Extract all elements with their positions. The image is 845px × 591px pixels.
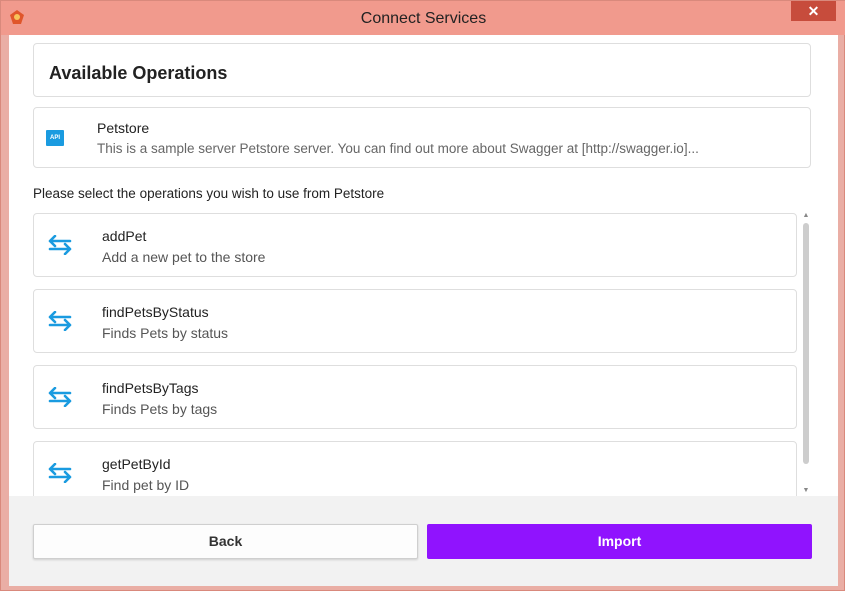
transfer-arrows-icon bbox=[48, 463, 72, 483]
close-button[interactable]: ✕ bbox=[791, 1, 836, 21]
back-button[interactable]: Back bbox=[33, 524, 418, 559]
scroll-down-arrow-icon[interactable]: ▼ bbox=[802, 486, 810, 496]
operation-name: findPetsByStatus bbox=[102, 304, 209, 320]
available-operations-header: Available Operations bbox=[33, 43, 811, 97]
operation-description: Finds Pets by status bbox=[102, 325, 229, 341]
operation-item-findpetsbytags[interactable]: findPetsByTags Finds Pets by tags bbox=[33, 365, 797, 429]
operation-name: addPet bbox=[102, 228, 147, 244]
operation-item-findpetsbystatus[interactable]: findPetsByStatus Finds Pets by status bbox=[33, 289, 797, 353]
api-icon: API bbox=[46, 130, 64, 146]
service-description: This is a sample server Petstore server.… bbox=[97, 141, 699, 156]
instruction-text: Please select the operations you wish to… bbox=[33, 186, 385, 201]
operation-name: getPetById bbox=[102, 456, 171, 472]
service-card: API Petstore This is a sample server Pet… bbox=[33, 107, 811, 168]
connect-services-window: Connect Services ✕ Available Operations … bbox=[0, 0, 845, 591]
operation-name: findPetsByTags bbox=[102, 380, 199, 396]
transfer-arrows-icon bbox=[48, 311, 72, 331]
scroll-thumb[interactable] bbox=[803, 223, 809, 464]
page-title: Available Operations bbox=[49, 63, 228, 83]
dialog-footer: Back Import bbox=[9, 496, 838, 586]
operations-list: addPet Add a new pet to the store findPe… bbox=[33, 211, 813, 496]
title-bar[interactable]: Connect Services ✕ bbox=[1, 1, 845, 35]
scroll-up-arrow-icon[interactable]: ▲ bbox=[802, 211, 810, 221]
operation-item-addpet[interactable]: addPet Add a new pet to the store bbox=[33, 213, 797, 277]
operation-description: Finds Pets by tags bbox=[102, 401, 218, 417]
import-button[interactable]: Import bbox=[427, 524, 812, 559]
dialog-content: Available Operations API Petstore This i… bbox=[9, 35, 838, 586]
operation-item-getpetbyid[interactable]: getPetById Find pet by ID bbox=[33, 441, 797, 496]
transfer-arrows-icon bbox=[48, 235, 72, 255]
service-name: Petstore bbox=[97, 120, 150, 136]
operations-scrollbar[interactable]: ▲ ▼ bbox=[800, 211, 812, 496]
operation-description: Find pet by ID bbox=[102, 477, 190, 493]
operation-description: Add a new pet to the store bbox=[102, 249, 266, 265]
window-title: Connect Services bbox=[360, 10, 487, 27]
transfer-arrows-icon bbox=[48, 387, 72, 407]
